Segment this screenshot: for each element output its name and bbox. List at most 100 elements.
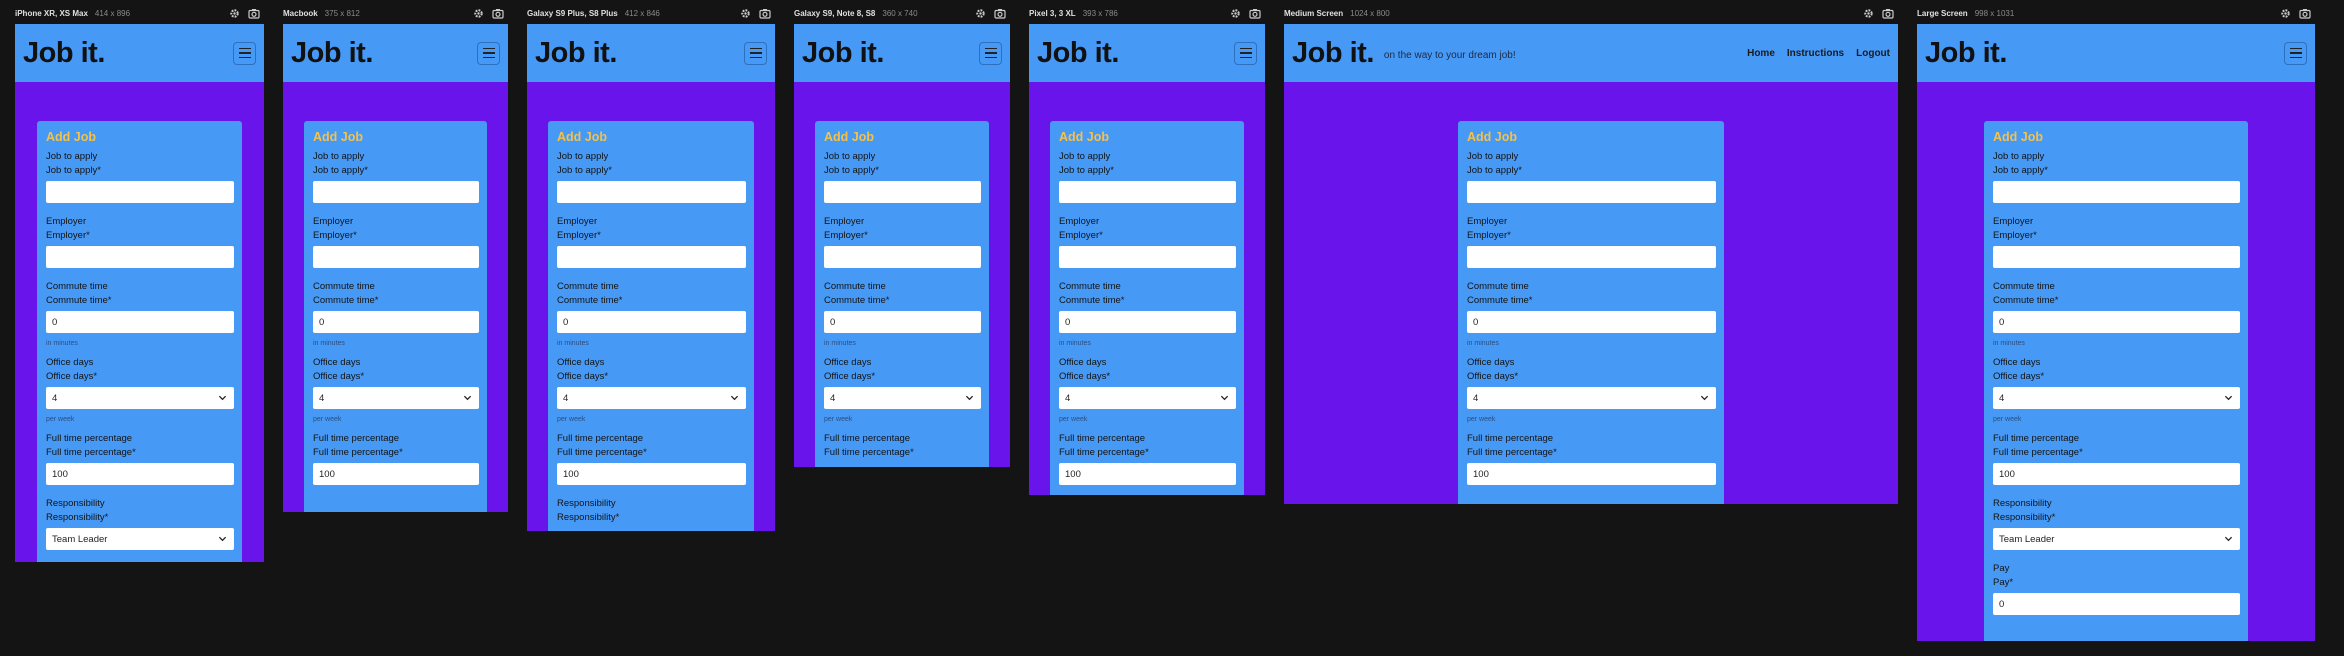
office-days-select[interactable]: 4 (557, 387, 746, 409)
job-input[interactable] (313, 181, 479, 203)
logo[interactable]: Job it. (1292, 37, 1374, 70)
gear-icon[interactable] (1230, 8, 1241, 19)
field-label-required: Employer* (313, 230, 357, 241)
screen: Job it. Add Job Job to apply Job to appl… (1029, 24, 1265, 495)
camera-icon[interactable] (1882, 8, 1894, 19)
office-days-select[interactable]: 4 (824, 387, 981, 409)
employer-input[interactable] (313, 246, 479, 268)
camera-icon[interactable] (2299, 8, 2311, 19)
nav-logout[interactable]: Logout (1856, 48, 1890, 59)
commute-input[interactable]: 0 (1467, 311, 1716, 333)
field-label-required: Full time percentage* (1467, 447, 1557, 458)
camera-icon[interactable] (994, 8, 1006, 19)
select-value: 4 (1999, 392, 2005, 404)
field-label-required: Full time percentage* (824, 447, 914, 458)
office-days-select[interactable]: 4 (1467, 387, 1716, 409)
field-label: Full time percentage (46, 433, 133, 444)
device-label: Galaxy S9 Plus, S8 Plus 412 x 846 (527, 0, 775, 26)
header: Job it. (794, 24, 1010, 82)
commute-input[interactable]: 0 (1059, 311, 1236, 333)
camera-icon[interactable] (1249, 8, 1261, 19)
select-value: 4 (830, 392, 836, 404)
hamburger-icon[interactable] (233, 41, 256, 65)
job-input[interactable] (824, 181, 981, 203)
hamburger-icon[interactable] (477, 41, 500, 65)
select-value: 4 (319, 392, 325, 404)
logo[interactable]: Job it. (1925, 37, 2007, 70)
gear-icon[interactable] (473, 8, 484, 19)
field-label: Job to apply (1993, 151, 2045, 162)
header: Job it. (283, 24, 508, 82)
commute-input[interactable]: 0 (46, 311, 234, 333)
camera-icon[interactable] (759, 8, 771, 19)
field-label-required: Employer* (824, 230, 868, 241)
camera-icon[interactable] (492, 8, 504, 19)
device-size: 414 x 896 (94, 8, 131, 18)
nav-instructions[interactable]: Instructions (1787, 48, 1844, 59)
gear-icon[interactable] (740, 8, 751, 19)
select-value: Team Leader (52, 533, 108, 545)
gear-icon[interactable] (975, 8, 986, 19)
hamburger-icon[interactable] (2284, 41, 2307, 65)
commute-input[interactable]: 0 (824, 311, 981, 333)
responsibility-select[interactable]: Team Leader (1993, 528, 2240, 550)
device-label: Pixel 3, 3 XL 393 x 786 (1029, 0, 1265, 26)
office-days-select[interactable]: 4 (1059, 387, 1236, 409)
commute-input[interactable]: 0 (313, 311, 479, 333)
field-label-required: Full time percentage* (1993, 447, 2083, 458)
device-size: 375 x 812 (324, 8, 360, 18)
fulltime-input[interactable]: 100 (1467, 463, 1716, 485)
hamburger-icon[interactable] (1234, 41, 1257, 65)
office-days-select[interactable]: 4 (313, 387, 479, 409)
employer-input[interactable] (557, 246, 746, 268)
screen: Job it. Add Job Job to apply Job to appl… (15, 24, 264, 562)
field-hint: in minutes (824, 340, 856, 347)
employer-input[interactable] (1059, 246, 1236, 268)
field-label-required: Office days* (824, 371, 876, 382)
commute-input[interactable]: 0 (1993, 311, 2240, 333)
field-label: Commute time (1467, 281, 1529, 292)
job-input[interactable] (557, 181, 746, 203)
job-input[interactable] (46, 181, 234, 203)
employer-input[interactable] (1993, 246, 2240, 268)
field-label: Employer (557, 216, 598, 227)
field-label-required: Office days* (313, 371, 365, 382)
gear-icon[interactable] (229, 8, 240, 19)
gear-icon[interactable] (1863, 8, 1874, 19)
field-hint: per week (557, 416, 586, 423)
gear-icon[interactable] (2280, 8, 2291, 19)
fulltime-input[interactable]: 100 (46, 463, 234, 485)
commute-input[interactable]: 0 (557, 311, 746, 333)
office-days-select[interactable]: 4 (1993, 387, 2240, 409)
fulltime-input[interactable]: 100 (1993, 463, 2240, 485)
field-label: Office days (1467, 357, 1515, 368)
employer-input[interactable] (1467, 246, 1716, 268)
logo[interactable]: Job it. (1037, 37, 1119, 70)
hamburger-icon[interactable] (744, 41, 767, 65)
pay-input[interactable]: 0 (1993, 593, 2240, 615)
fulltime-input[interactable]: 100 (1059, 463, 1236, 485)
device-label: Medium Screen 1024 x 800 (1284, 0, 1898, 26)
job-input[interactable] (1059, 181, 1236, 203)
job-input[interactable] (1993, 181, 2240, 203)
logo[interactable]: Job it. (291, 37, 373, 70)
responsibility-select[interactable]: Team Leader (46, 528, 234, 550)
screen: Job it. Add Job Job to apply Job to appl… (283, 24, 508, 512)
office-days-select[interactable]: 4 (46, 387, 234, 409)
camera-icon[interactable] (248, 8, 260, 19)
field-label-required: Office days* (1059, 371, 1111, 382)
logo[interactable]: Job it. (23, 37, 105, 70)
fulltime-input[interactable]: 100 (557, 463, 746, 485)
chevron-down-icon (218, 395, 227, 401)
logo[interactable]: Job it. (802, 37, 884, 70)
logo[interactable]: Job it. (535, 37, 617, 70)
select-value: Team Leader (1999, 533, 2055, 545)
employer-input[interactable] (46, 246, 234, 268)
job-input[interactable] (1467, 181, 1716, 203)
field-label: Employer (313, 216, 354, 227)
field-label: Commute time (824, 281, 886, 292)
nav-home[interactable]: Home (1747, 48, 1775, 59)
hamburger-icon[interactable] (979, 41, 1002, 65)
fulltime-input[interactable]: 100 (313, 463, 479, 485)
employer-input[interactable] (824, 246, 981, 268)
